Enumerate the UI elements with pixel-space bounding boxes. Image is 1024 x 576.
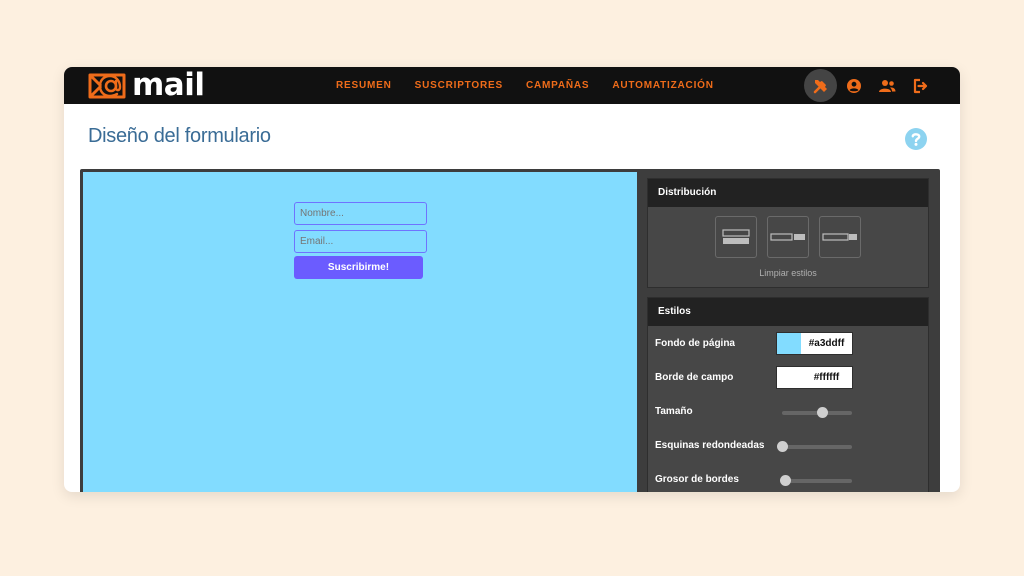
nav-item-resumen[interactable]: RESUMEN (336, 80, 392, 91)
layout-options (648, 207, 928, 258)
logo[interactable]: mail (87, 67, 205, 103)
size-row: Tamaño (648, 394, 928, 428)
page-background-row: Fondo de página #a3ddff (648, 326, 928, 360)
main-nav: RESUMEN SUSCRIPTORES CAMPAÑAS AUTOMATIZA… (336, 67, 737, 104)
tools-icon[interactable] (804, 69, 837, 102)
field-border-color-picker[interactable]: #ffffff (776, 366, 853, 389)
border-thickness-row: Grosor de bordes (648, 462, 928, 492)
border-thickness-label: Grosor de bordes (655, 474, 739, 485)
top-navbar: mail RESUMEN SUSCRIPTORES CAMPAÑAS AUTOM… (64, 67, 960, 104)
name-input[interactable] (294, 202, 427, 225)
page-title: Diseño del formulario (88, 125, 271, 147)
nav-item-suscriptores[interactable]: SUSCRIPTORES (415, 80, 503, 91)
border-thickness-slider-thumb[interactable] (779, 475, 791, 486)
inline-small-button-icon (770, 233, 805, 241)
rounded-corners-label: Esquinas redondeadas (655, 440, 765, 451)
question-circle-icon[interactable] (905, 128, 927, 150)
distribution-panel: Distribución Limpiar estilos (647, 178, 929, 288)
top-icon-group (804, 69, 936, 102)
clear-styles-link[interactable]: Limpiar estilos (648, 258, 928, 287)
users-icon[interactable] (870, 69, 903, 102)
size-slider-thumb[interactable] (816, 407, 828, 418)
form-editor: Suscribirme! Distribución (80, 169, 940, 492)
email-input[interactable] (294, 230, 427, 253)
inline-small-button-option[interactable] (767, 216, 809, 258)
styles-panel: Estilos Fondo de página #a3ddff Borde de… (647, 297, 929, 492)
nav-item-automatizacion[interactable]: AUTOMATIZACIÓN (612, 80, 713, 91)
stacked-layout-icon (722, 229, 750, 244)
nav-item-campanas[interactable]: CAMPAÑAS (526, 80, 589, 91)
stacked-layout-option[interactable] (715, 216, 757, 258)
user-circle-icon[interactable] (837, 69, 870, 102)
rounded-corners-slider[interactable] (777, 441, 852, 452)
field-border-value: #ffffff (813, 372, 840, 383)
subscribe-button[interactable]: Suscribirme! (294, 256, 423, 279)
size-label: Tamaño (655, 406, 693, 417)
envelope-at-logo-icon (88, 73, 126, 98)
form-preview: Suscribirme! (83, 172, 637, 492)
page-background-swatch (777, 333, 801, 354)
settings-sidebar: Distribución Limpiar estilos Estilos Fon… (647, 178, 929, 492)
logout-icon[interactable] (903, 69, 936, 102)
border-thickness-slider[interactable] (779, 475, 852, 486)
page-background-value: #a3ddff (808, 338, 845, 349)
inline-wide-field-icon (822, 233, 857, 241)
page-background-label: Fondo de página (655, 338, 735, 349)
styles-header: Estilos (648, 298, 928, 326)
distribution-header: Distribución (648, 179, 928, 207)
inline-wide-field-option[interactable] (819, 216, 861, 258)
app-window: mail RESUMEN SUSCRIPTORES CAMPAÑAS AUTOM… (64, 67, 960, 492)
page-background-color-picker[interactable]: #a3ddff (776, 332, 853, 355)
rounded-corners-slider-thumb[interactable] (777, 441, 788, 452)
rounded-corners-row: Esquinas redondeadas (648, 428, 928, 462)
field-border-swatch (777, 367, 801, 388)
logo-text: mail (132, 67, 205, 103)
size-slider[interactable] (782, 407, 852, 418)
field-border-row: Borde de campo #ffffff (648, 360, 928, 394)
field-border-label: Borde de campo (655, 372, 734, 383)
